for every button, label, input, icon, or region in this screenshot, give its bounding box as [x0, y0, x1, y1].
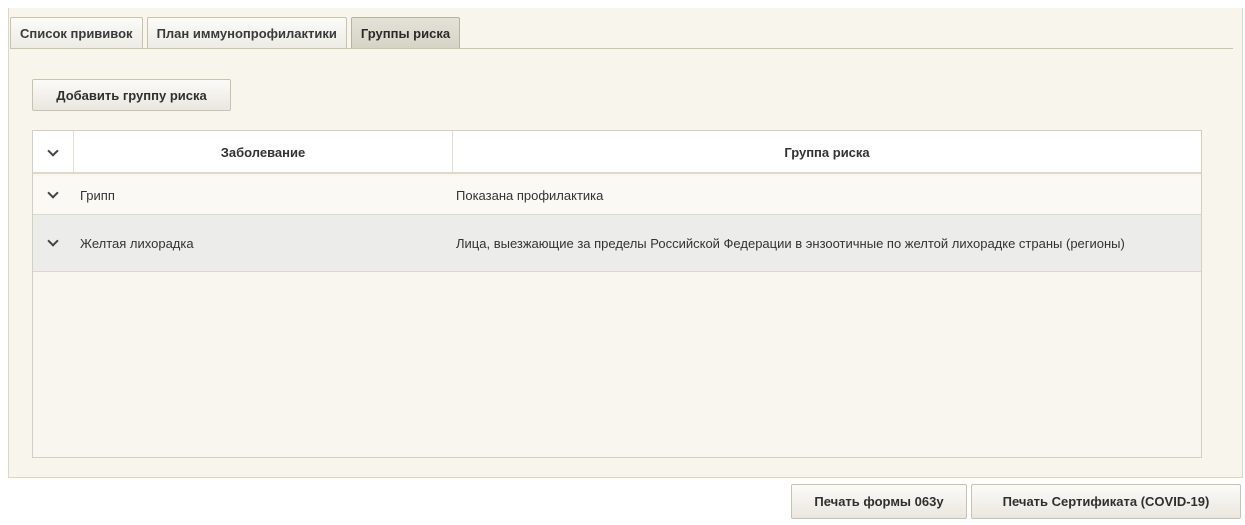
risk-groups-table: Заболевание Группа риска Грипп Показана … — [32, 130, 1202, 458]
print-form-063-button[interactable]: Печать формы 063у — [791, 484, 967, 519]
chevron-down-icon[interactable] — [47, 144, 59, 157]
row-expand-toggle[interactable] — [33, 176, 73, 214]
tab-divider — [10, 48, 1233, 49]
cell-risk-group: Лица, выезжающие за пределы Российской Ф… — [456, 235, 1125, 251]
cell-disease: Грипп — [80, 187, 115, 203]
table-row[interactable]: Желтая лихорадка Лица, выезжающие за пре… — [33, 215, 1201, 272]
tab-immunization-plan[interactable]: План иммунопрофилактики — [146, 17, 347, 49]
tab-vaccination-list[interactable]: Список прививок — [10, 17, 143, 49]
cell-disease: Желтая лихорадка — [80, 235, 194, 251]
cell-risk-group: Показана профилактика — [456, 187, 604, 203]
table-header: Заболевание Группа риска — [33, 131, 1201, 174]
chevron-down-icon[interactable] — [47, 235, 59, 247]
column-header-disease[interactable]: Заболевание — [74, 131, 452, 174]
tab-risk-groups[interactable]: Группы риска — [350, 17, 461, 49]
footer-divider — [8, 477, 1243, 478]
chevron-down-icon[interactable] — [47, 187, 59, 199]
column-header-risk-group[interactable]: Группа риска — [453, 131, 1201, 174]
expand-all-toggle[interactable] — [33, 131, 73, 174]
add-risk-group-button[interactable]: Добавить группу риска — [32, 79, 231, 111]
row-expand-toggle[interactable] — [33, 215, 73, 271]
tab-bar: Список прививок План иммунопрофилактики … — [10, 17, 461, 49]
print-covid-certificate-button[interactable]: Печать Сертификата (COVID-19) — [971, 484, 1241, 519]
table-row[interactable]: Грипп Показана профилактика — [33, 176, 1201, 215]
